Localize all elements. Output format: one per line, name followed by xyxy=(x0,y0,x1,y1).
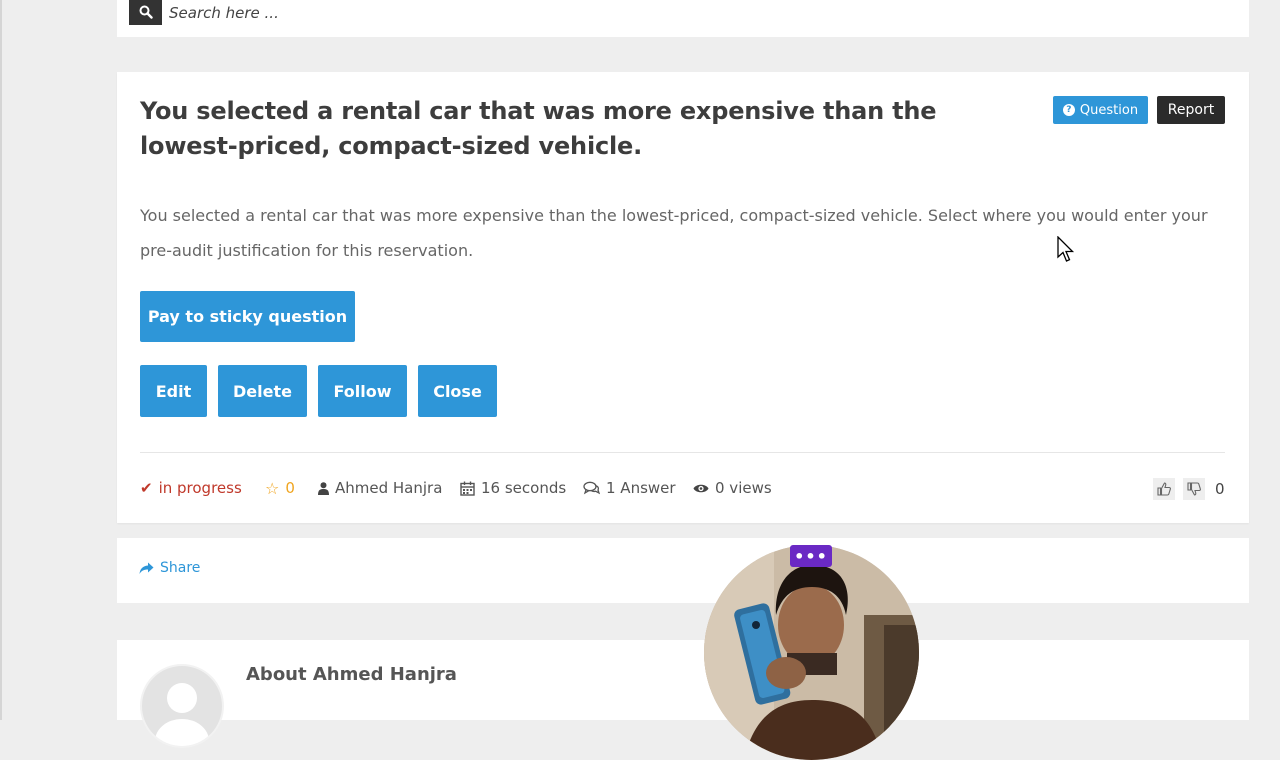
thumbs-up-icon xyxy=(1157,482,1171,496)
answers-link[interactable]: 1 Answer xyxy=(583,477,676,499)
calendar-icon xyxy=(460,481,475,496)
time-label: 16 seconds xyxy=(481,479,567,497)
question-title: You selected a rental car that was more … xyxy=(140,97,937,160)
sticky-question-button[interactable]: Pay to sticky question xyxy=(140,291,355,342)
about-author-title: About Ahmed Hanjra xyxy=(246,664,457,685)
views-count: 0 views xyxy=(693,477,772,499)
share-button[interactable]: Share xyxy=(139,560,200,576)
webcam-overlay xyxy=(704,545,919,760)
question-tag[interactable]: ? Question xyxy=(1053,96,1148,124)
divider xyxy=(140,452,1225,453)
vote-down-button[interactable] xyxy=(1183,478,1205,500)
webcam-person-image xyxy=(704,545,919,760)
thumbs-down-icon xyxy=(1187,482,1201,496)
views-label: 0 views xyxy=(715,479,772,497)
about-author-card: About Ahmed Hanjra xyxy=(117,640,1249,748)
author-name: Ahmed Hanjra xyxy=(335,479,443,497)
share-label: Share xyxy=(160,560,201,576)
user-placeholder-icon xyxy=(155,683,209,746)
search-button[interactable] xyxy=(129,0,162,25)
check-icon: ✔ xyxy=(140,479,153,497)
question-tag-label: Question xyxy=(1079,102,1139,118)
mouse-cursor-icon xyxy=(1057,236,1075,262)
avatar[interactable] xyxy=(140,664,224,748)
vote-count: 0 xyxy=(1215,480,1225,498)
question-card: You selected a rental car that was more … xyxy=(117,72,1249,523)
search-bar xyxy=(117,0,1249,37)
user-icon xyxy=(318,481,329,495)
star-icon: ☆ xyxy=(265,478,280,498)
close-question-button[interactable]: Close xyxy=(418,365,497,417)
status-badge: ✔ in progress xyxy=(140,477,242,499)
search-input[interactable] xyxy=(169,0,669,25)
search-icon xyxy=(139,5,153,19)
comments-icon xyxy=(583,481,600,495)
share-card: Share xyxy=(117,538,1249,603)
question-time: 16 seconds xyxy=(460,477,566,499)
favorite-count-value: 0 xyxy=(285,479,295,497)
vote-up-button[interactable] xyxy=(1153,478,1175,500)
delete-button[interactable]: Delete xyxy=(218,365,307,417)
answers-label: 1 Answer xyxy=(606,479,676,497)
page-edge xyxy=(0,0,2,720)
author-link[interactable]: Ahmed Hanjra xyxy=(318,477,442,499)
eye-icon xyxy=(693,484,709,492)
follow-button[interactable]: Follow xyxy=(318,365,407,417)
report-button[interactable]: Report xyxy=(1157,96,1225,124)
status-label: in progress xyxy=(158,479,242,497)
question-mark-icon: ? xyxy=(1062,104,1075,116)
webcam-menu-icon[interactable]: ••• xyxy=(790,545,832,567)
edit-button[interactable]: Edit xyxy=(140,365,207,417)
share-icon xyxy=(139,562,154,574)
favorite-count[interactable]: ☆ 0 xyxy=(265,477,295,499)
